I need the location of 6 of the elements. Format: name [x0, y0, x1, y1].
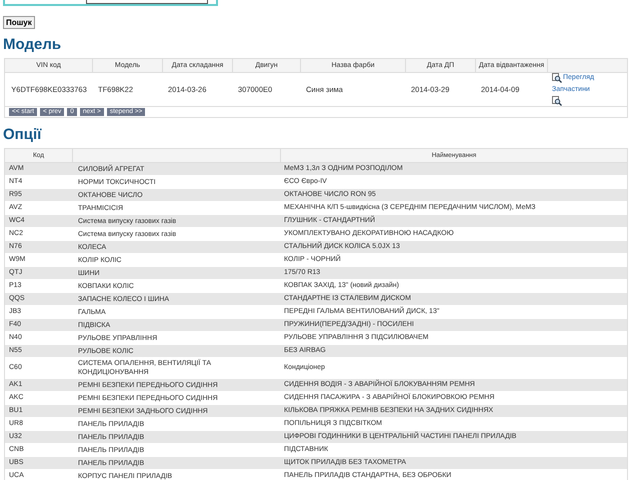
search-button[interactable]: Пошук [3, 16, 35, 29]
vin-input-field[interactable] [86, 0, 208, 4]
magnifier-document-icon[interactable] [552, 96, 562, 106]
section-title: Модель [2, 36, 62, 54]
section-title: Опції [2, 126, 43, 144]
magnifier-document-icon[interactable] [552, 73, 562, 84]
